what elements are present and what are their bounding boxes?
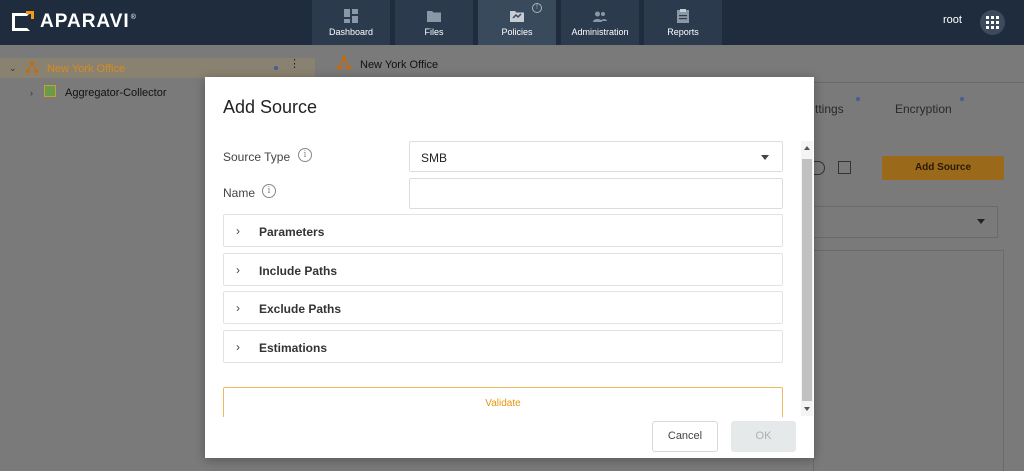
nav-files-label: Files — [424, 26, 444, 37]
network-node-icon — [26, 61, 38, 73]
tree-item-label[interactable]: Aggregator-Collector — [65, 87, 167, 99]
network-node-icon — [337, 56, 351, 70]
chevron-right-icon: › — [236, 301, 240, 315]
tree-expand-caret-icon[interactable]: ⌄ — [9, 63, 17, 74]
scroll-down-icon[interactable] — [804, 407, 810, 411]
apps-grid-icon[interactable] — [980, 10, 1005, 35]
chevron-down-icon — [977, 219, 985, 224]
source-type-label: Source Type — [223, 150, 291, 164]
ok-button[interactable]: OK — [731, 421, 796, 452]
chevron-right-icon: › — [236, 340, 240, 354]
section-label: Parameters — [259, 225, 325, 239]
tab-indicator-dot — [960, 97, 964, 101]
scroll-up-icon[interactable] — [804, 146, 810, 150]
reports-icon — [677, 8, 689, 23]
nav-dashboard-label: Dashboard — [328, 26, 374, 37]
validate-label: Validate — [485, 398, 521, 409]
name-input[interactable] — [409, 178, 783, 209]
tree-item-label[interactable]: New York Office — [47, 63, 125, 75]
section-label: Estimations — [259, 341, 328, 355]
main-nav: Dashboard Files Policies ! Administratio… — [312, 0, 727, 45]
tab-settings[interactable]: ttings — [815, 102, 844, 116]
nav-dashboard[interactable]: Dashboard — [312, 0, 390, 45]
collector-icon — [44, 85, 56, 97]
policies-alert-badge: ! — [532, 3, 542, 13]
registered-mark: ® — [130, 13, 136, 21]
tree-collapse-caret-icon[interactable]: › — [30, 88, 33, 98]
administration-icon — [593, 11, 607, 22]
aparavi-logo[interactable]: APARAVI ® — [12, 10, 136, 34]
cancel-button[interactable]: Cancel — [652, 421, 718, 452]
include-paths-section[interactable]: › Include Paths — [223, 253, 783, 286]
more-options-icon[interactable]: ⋮ — [289, 59, 300, 70]
top-bar: APARAVI ® Dashboard Files Policies ! Adm… — [0, 0, 1024, 45]
dialog-title: Add Source — [223, 97, 318, 117]
status-dot — [274, 66, 278, 70]
tab-encryption[interactable]: Encryption — [895, 102, 952, 116]
section-label: Include Paths — [259, 264, 338, 278]
logo-mark-icon — [12, 11, 34, 33]
scrollbar-thumb[interactable] — [802, 159, 812, 401]
brand-name: APARAVI — [40, 11, 130, 32]
chevron-right-icon: › — [236, 263, 240, 277]
nav-policies[interactable]: Policies ! — [478, 0, 556, 45]
section-label: Exclude Paths — [259, 302, 342, 316]
folder-icon — [427, 10, 441, 22]
estimations-section[interactable]: › Estimations — [223, 330, 783, 363]
name-label: Name — [223, 186, 256, 200]
tab-indicator-dot — [856, 97, 860, 101]
select-all-checkbox[interactable] — [838, 161, 851, 174]
source-type-value: SMB — [421, 151, 448, 165]
dashboard-icon — [344, 8, 358, 23]
breadcrumb-label[interactable]: New York Office — [360, 59, 438, 71]
chevron-right-icon: › — [236, 224, 240, 238]
chevron-down-icon — [761, 155, 769, 160]
add-source-dialog: Add Source Source Type i SMB Name i › Pa… — [205, 77, 814, 458]
add-source-button[interactable]: Add Source — [882, 156, 1004, 180]
nav-administration-label: Administration — [571, 26, 629, 37]
parameters-section[interactable]: › Parameters — [223, 214, 783, 247]
source-type-select[interactable]: SMB — [409, 141, 783, 172]
nav-administration[interactable]: Administration — [561, 0, 639, 45]
source-type-info-icon[interactable]: i — [298, 148, 312, 162]
sources-list-panel — [813, 250, 1004, 471]
user-name[interactable]: root — [943, 14, 962, 26]
nav-reports[interactable]: Reports — [644, 0, 722, 45]
nav-files[interactable]: Files — [395, 0, 473, 45]
name-info-icon[interactable]: i — [262, 184, 276, 198]
validate-button[interactable]: Validate — [223, 387, 783, 417]
nav-policies-label: Policies — [501, 26, 533, 37]
exclude-paths-section[interactable]: › Exclude Paths — [223, 291, 783, 324]
filter-dropdown[interactable] — [813, 206, 998, 238]
policies-icon — [510, 10, 524, 22]
nav-reports-label: Reports — [667, 26, 699, 37]
